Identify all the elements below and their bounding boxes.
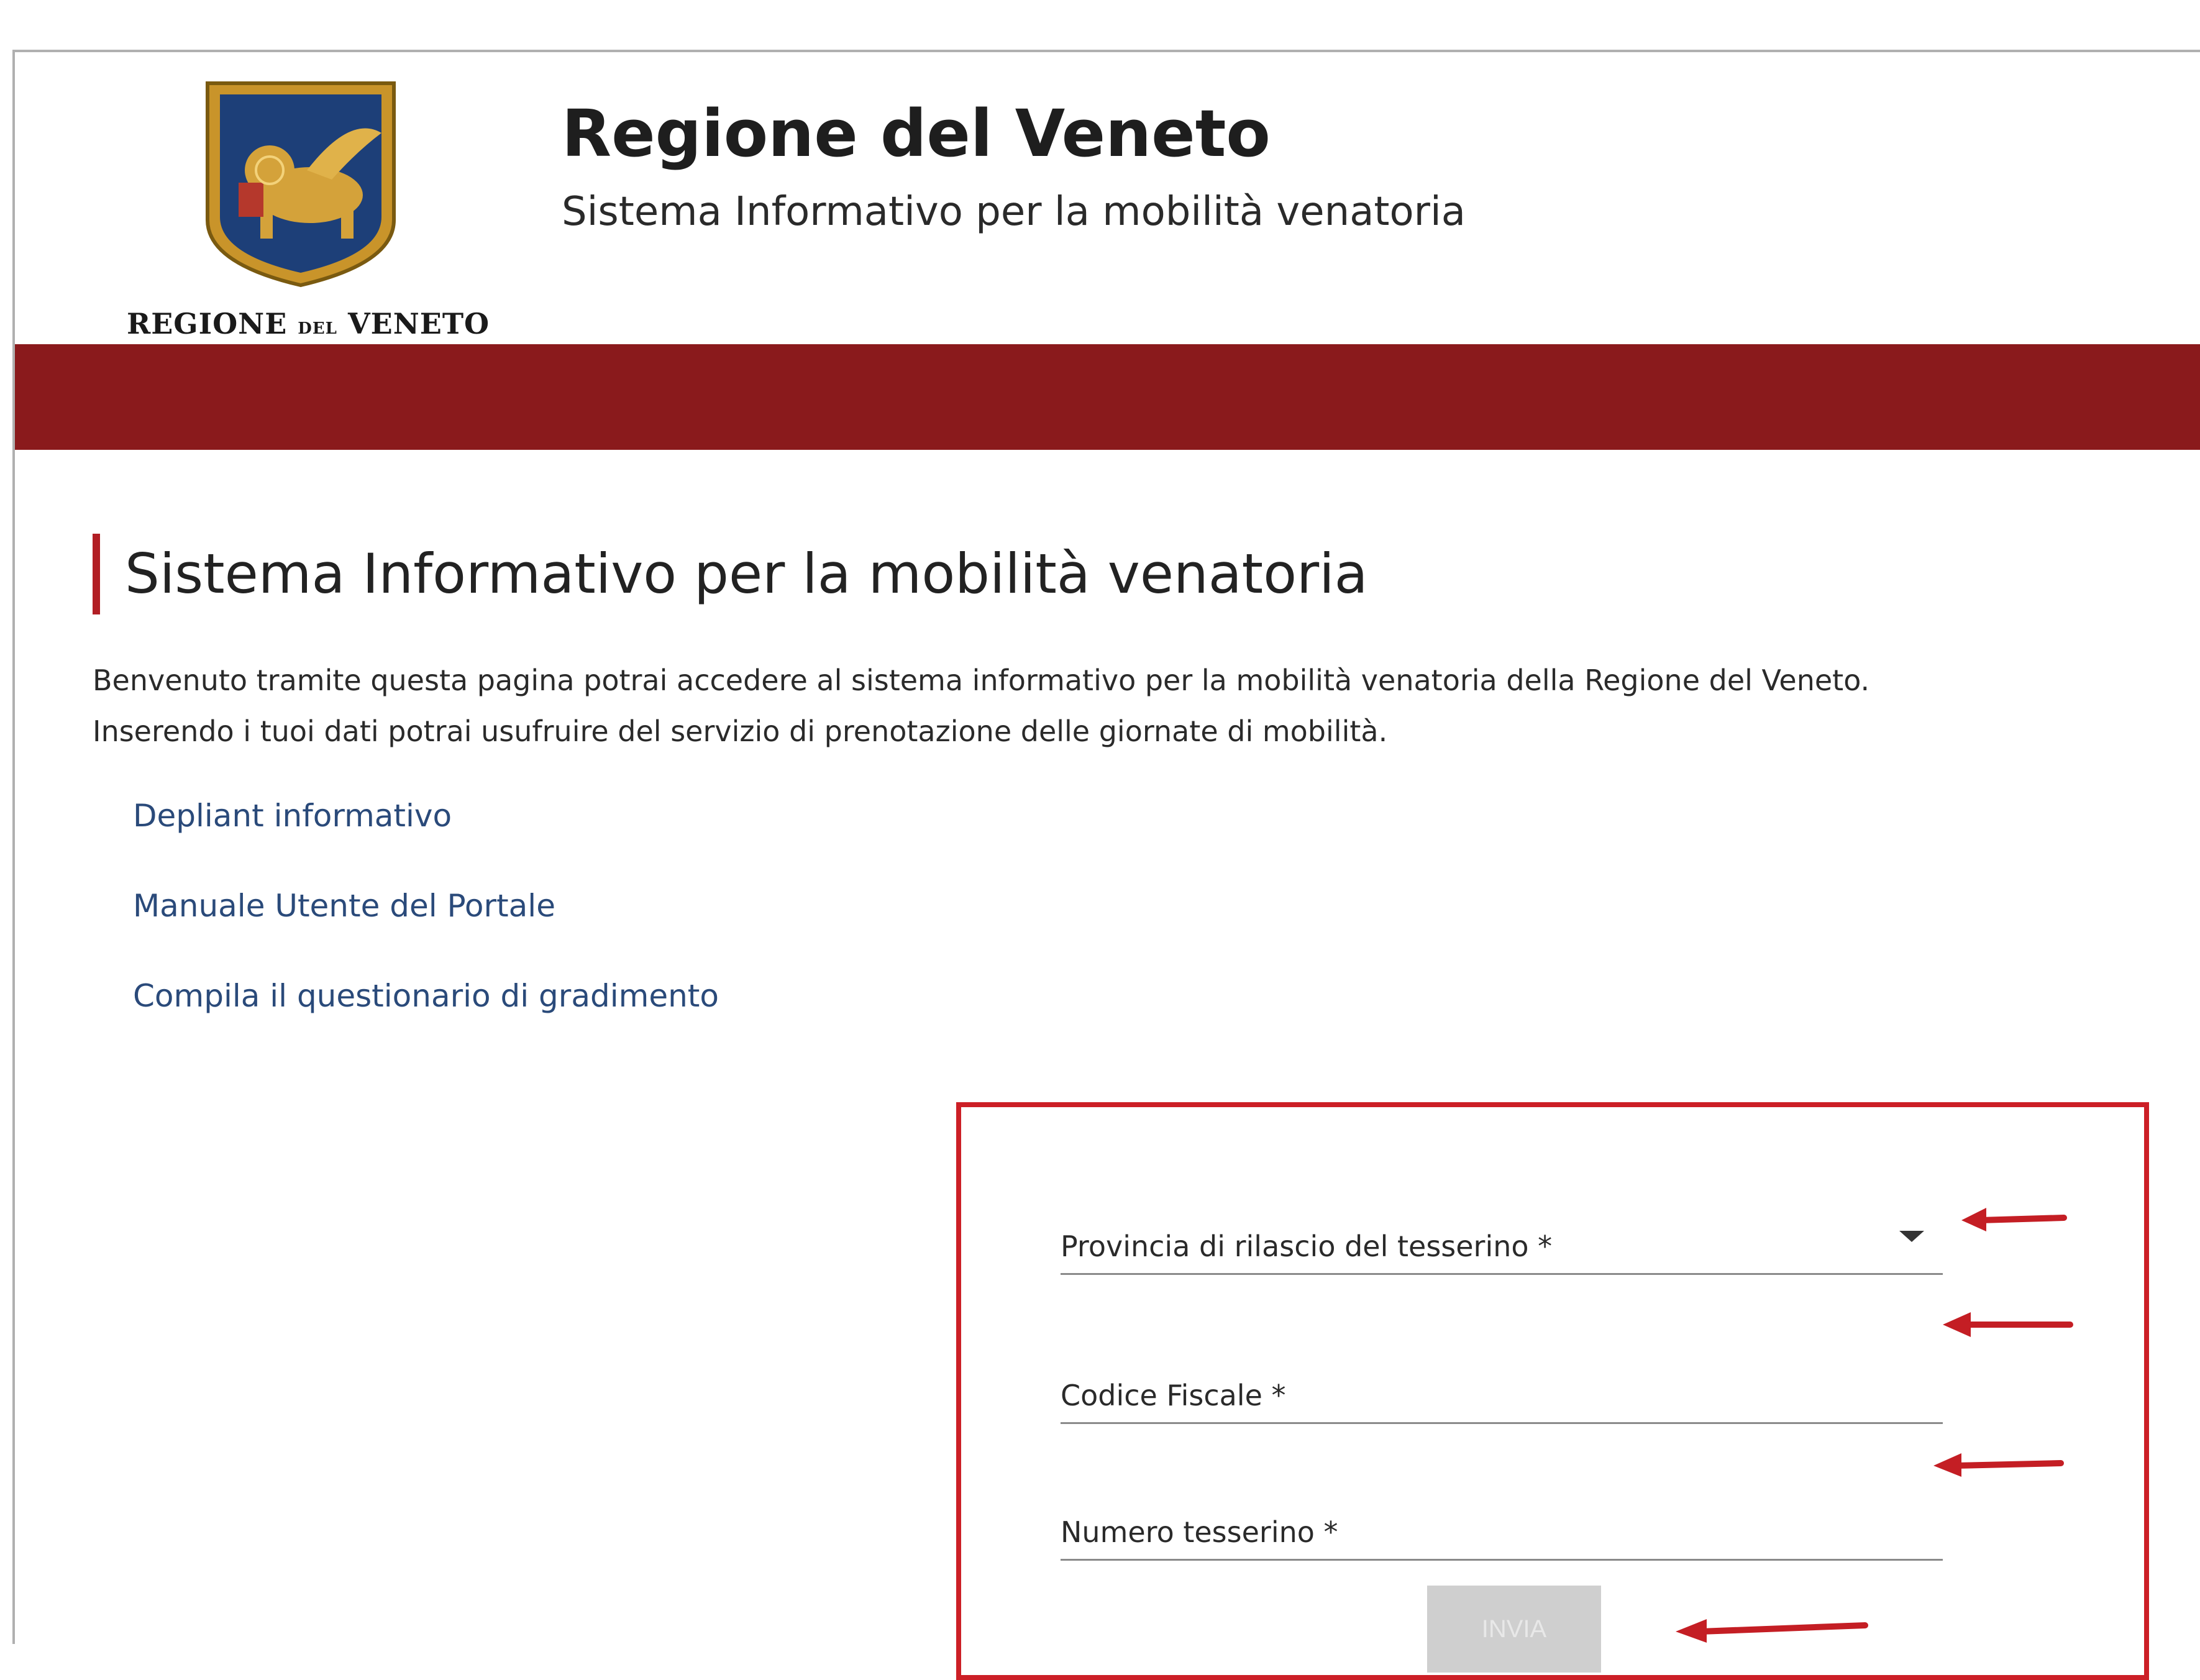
logo-caption-small: DEL bbox=[298, 319, 337, 338]
login-form-highlight: Provincia di rilascio del tesserino * Co… bbox=[956, 1102, 2149, 1680]
intro-line-1: Benvenuto tramite questa pagina potrai a… bbox=[93, 664, 1870, 697]
region-logo[interactable]: REGIONE DEL VENETO bbox=[127, 77, 489, 350]
link-questionnaire[interactable]: Compila il questionario di gradimento bbox=[133, 978, 719, 1068]
red-arrow-left-icon bbox=[1961, 1208, 2067, 1231]
numero-tesserino-label: Numero tesserino * bbox=[1061, 1515, 1338, 1549]
province-select-label: Provincia di rilascio del tesserino * bbox=[1061, 1230, 1553, 1263]
logo-caption: REGIONE DEL VENETO bbox=[127, 307, 489, 340]
site-title[interactable]: Regione del Veneto bbox=[562, 96, 1271, 171]
header: REGIONE DEL VENETO Regione del Veneto Si… bbox=[15, 52, 2200, 344]
lion-shield-icon bbox=[206, 81, 396, 288]
page-frame: REGIONE DEL VENETO Regione del Veneto Si… bbox=[12, 50, 2200, 1680]
link-user-manual[interactable]: Manuale Utente del Portale bbox=[133, 888, 719, 978]
logo-caption-part1: REGIONE bbox=[127, 307, 288, 340]
site-subtitle: Sistema Informativo per la mobilità vena… bbox=[562, 189, 1466, 235]
red-arrow-left-icon bbox=[1676, 1619, 1868, 1643]
codice-fiscale-input[interactable]: Codice Fiscale * bbox=[1061, 1356, 1943, 1424]
intro-line-2: Inserendo i tuoi dati potrai usufruire d… bbox=[93, 714, 1388, 748]
logo-caption-part2: VENETO bbox=[347, 307, 490, 340]
codice-fiscale-label: Codice Fiscale * bbox=[1061, 1379, 1286, 1412]
link-depliant[interactable]: Depliant informativo bbox=[133, 798, 719, 888]
numero-tesserino-input[interactable]: Numero tesserino * bbox=[1061, 1492, 1943, 1561]
resource-links: Depliant informativo Manuale Utente del … bbox=[133, 798, 719, 1068]
intro-text: Benvenuto tramite questa pagina potrai a… bbox=[93, 655, 1869, 757]
province-select[interactable]: Provincia di rilascio del tesserino * bbox=[1061, 1207, 1943, 1275]
caret-down-icon[interactable] bbox=[1899, 1231, 1924, 1242]
header-band bbox=[15, 344, 2200, 450]
submit-button[interactable]: INVIA bbox=[1427, 1586, 1601, 1673]
red-arrow-left-icon bbox=[1933, 1453, 2064, 1477]
red-arrow-left-icon bbox=[1943, 1312, 2073, 1337]
page-title: Sistema Informativo per la mobilità vena… bbox=[93, 534, 1368, 614]
